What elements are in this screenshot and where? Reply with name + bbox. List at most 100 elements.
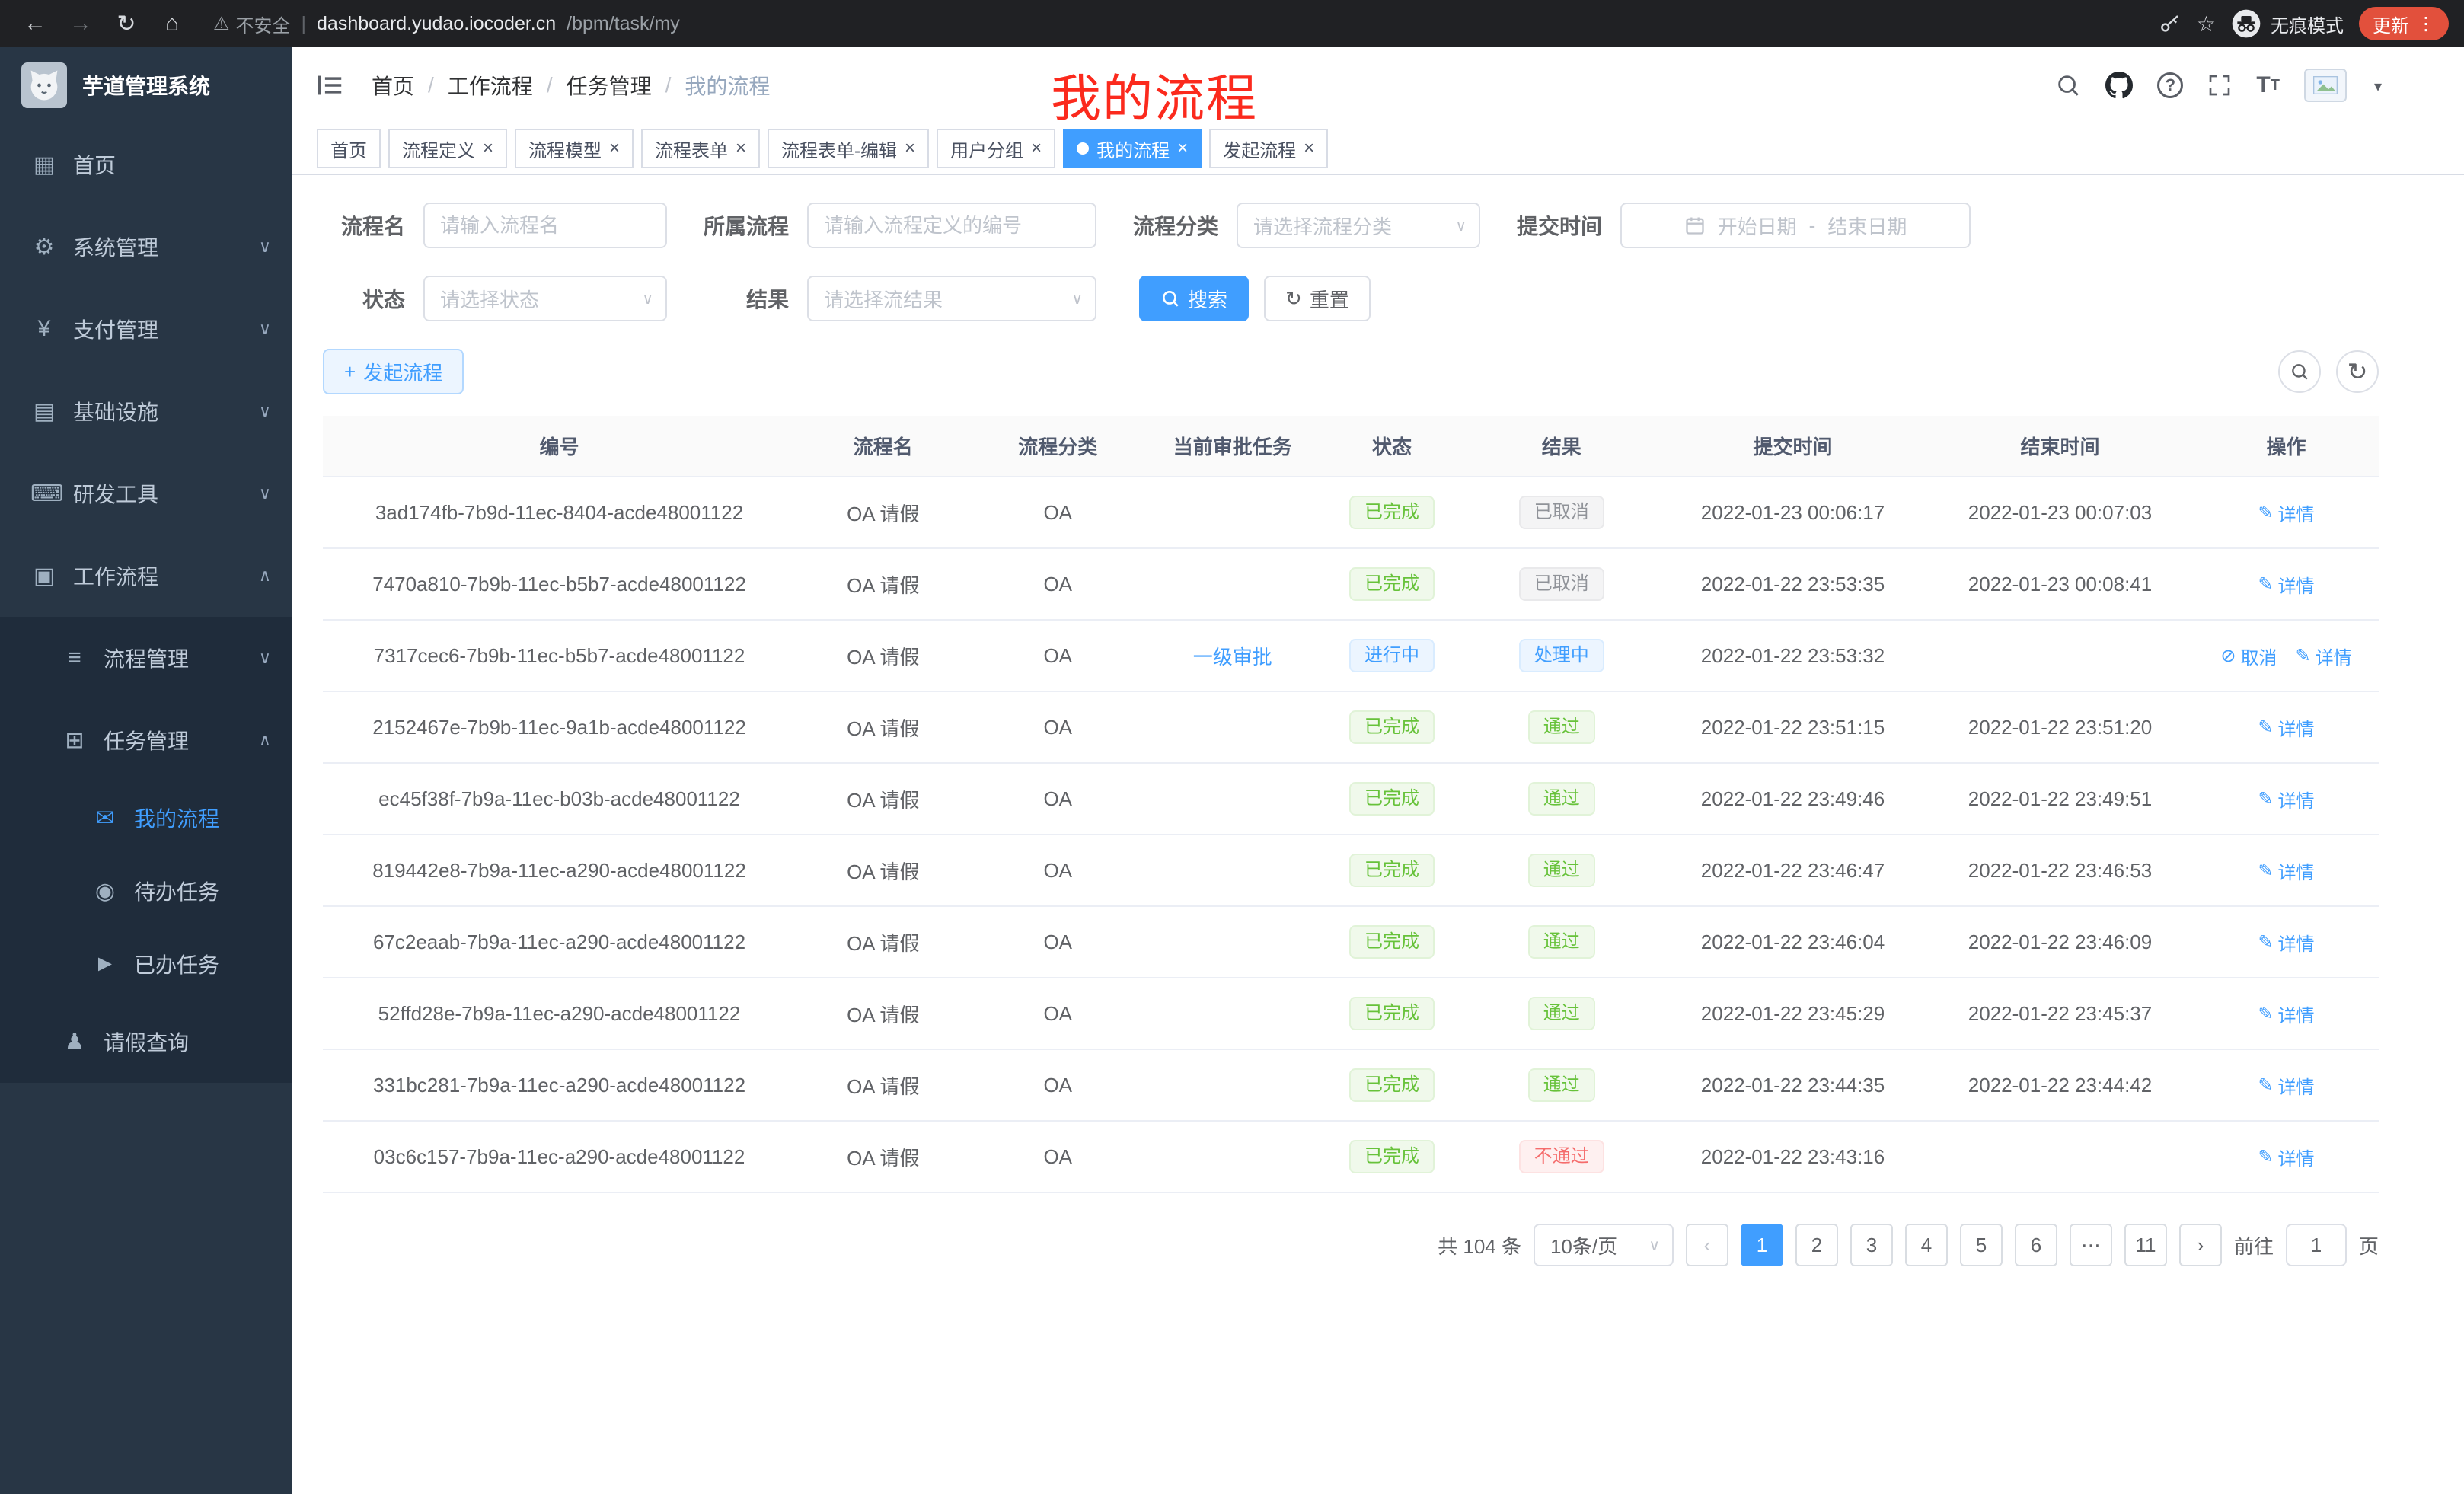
close-icon[interactable]: × (1031, 139, 1042, 158)
sidebar-item-process-mgmt[interactable]: ≡ 流程管理 ∨ (0, 617, 292, 699)
status-badge: 已完成 (1349, 997, 1435, 1030)
breadcrumb-task-mgmt[interactable]: 任务管理 (567, 70, 652, 101)
start-process-button[interactable]: + 发起流程 (323, 349, 464, 394)
prev-page-button[interactable]: ‹ (1686, 1224, 1728, 1266)
app-title: 芋道管理系统 (82, 70, 210, 101)
hamburger-icon[interactable] (317, 73, 344, 97)
page-size-select[interactable]: 10条/页 ∨ (1534, 1224, 1674, 1266)
result-badge: 已取消 (1519, 567, 1604, 601)
browser-chrome: ← → ↻ ⌂ ⚠ 不安全 | dashboard.yudao.iocoder.… (0, 0, 2464, 47)
browser-reload-icon[interactable]: ↻ (107, 5, 146, 42)
status-select[interactable]: 请选择状态 ∨ (423, 276, 667, 321)
chevron-down-icon: ∨ (259, 484, 271, 503)
refresh-table-button[interactable]: ↻ (2336, 350, 2379, 393)
sidebar-item-task-mgmt[interactable]: ⊞ 任务管理 ∧ (0, 699, 292, 781)
close-icon[interactable]: × (905, 139, 915, 158)
goto-page-input[interactable] (2286, 1224, 2347, 1266)
process-owner-input[interactable] (807, 203, 1096, 248)
sidebar-item-devtools[interactable]: ⌨ 研发工具 ∨ (0, 452, 292, 535)
page-button-5[interactable]: 5 (1960, 1224, 2003, 1266)
show-search-button[interactable] (2278, 350, 2321, 393)
breadcrumb-workflow[interactable]: 工作流程 (448, 70, 533, 101)
sidebar-item-workflow[interactable]: ▣ 工作流程 ∧ (0, 535, 292, 617)
category-select[interactable]: 请选择流程分类 ∨ (1237, 203, 1480, 248)
browser-forward-icon[interactable]: → (61, 5, 101, 42)
browser-update-button[interactable]: 更新 ⋮ (2359, 7, 2449, 40)
sidebar-item-todo-tasks[interactable]: ◉ 待办任务 (0, 854, 292, 927)
sidebar-item-home[interactable]: ▦ 首页 (0, 123, 292, 206)
search-button[interactable]: 搜索 (1139, 276, 1249, 321)
browser-home-icon[interactable]: ⌂ (152, 5, 192, 42)
detail-link[interactable]: ✎详情 (2258, 1072, 2314, 1099)
sidebar-item-system[interactable]: ⚙ 系统管理 ∨ (0, 206, 292, 288)
tab-process-definition[interactable]: 流程定义× (388, 129, 507, 168)
browser-back-icon[interactable]: ← (15, 5, 55, 42)
status-badge: 已完成 (1349, 925, 1435, 959)
breadcrumb-home[interactable]: 首页 (372, 70, 414, 101)
tab-process-form[interactable]: 流程表单× (641, 129, 760, 168)
avatar[interactable] (2304, 69, 2347, 102)
close-icon[interactable]: × (736, 139, 746, 158)
result-select[interactable]: 请选择流结果 ∨ (807, 276, 1096, 321)
tab-start-process[interactable]: 发起流程× (1209, 129, 1328, 168)
fullscreen-icon[interactable] (2207, 73, 2232, 97)
sidebar-item-leave-query[interactable]: ♟ 请假查询 (0, 1001, 292, 1083)
reset-button[interactable]: ↻ 重置 (1264, 276, 1371, 321)
submit-time-range-picker[interactable]: 开始日期 - 结束日期 (1620, 203, 1971, 248)
next-page-button[interactable]: › (2179, 1224, 2222, 1266)
page-button-4[interactable]: 4 (1905, 1224, 1948, 1266)
current-task-link[interactable]: 一级审批 (1193, 646, 1272, 669)
detail-link[interactable]: ✎详情 (2258, 1001, 2314, 1027)
detail-link[interactable]: ✎详情 (2258, 929, 2314, 956)
result-badge: 已取消 (1519, 496, 1604, 529)
sidebar-item-payment[interactable]: ¥ 支付管理 ∨ (0, 288, 292, 370)
page-button-6[interactable]: 6 (2015, 1224, 2057, 1266)
tab-home[interactable]: 首页 (317, 129, 381, 168)
status-badge: 已完成 (1349, 854, 1435, 887)
detail-link[interactable]: ✎详情 (2258, 500, 2314, 526)
close-icon[interactable]: × (1304, 139, 1314, 158)
tab-my-process[interactable]: 我的流程× (1063, 129, 1202, 168)
close-icon[interactable]: × (609, 139, 620, 158)
detail-link[interactable]: ✎详情 (2258, 786, 2314, 812)
edit-icon: ✎ (2258, 717, 2273, 739)
key-icon[interactable] (2159, 12, 2182, 35)
sidebar-item-my-process[interactable]: ✉ 我的流程 (0, 781, 292, 854)
github-icon[interactable] (2105, 72, 2133, 99)
detail-link[interactable]: ✎详情 (2258, 714, 2314, 741)
page-button-2[interactable]: 2 (1795, 1224, 1838, 1266)
close-icon[interactable]: × (483, 139, 493, 158)
bookmark-star-icon[interactable]: ☆ (2197, 11, 2216, 37)
chevron-down-icon: ∨ (259, 401, 271, 421)
address-bar[interactable]: ⚠ 不安全 | dashboard.yudao.iocoder.cn/bpm/t… (213, 11, 2153, 37)
edit-icon: ✎ (2258, 1146, 2273, 1168)
more-pages-button[interactable]: ⋯ (2070, 1224, 2112, 1266)
incognito-icon (2231, 8, 2261, 39)
tab-user-group[interactable]: 用户分组× (937, 129, 1055, 168)
result-badge: 处理中 (1519, 639, 1604, 672)
close-icon[interactable]: × (1177, 139, 1188, 158)
detail-link[interactable]: ✎详情 (2296, 643, 2352, 669)
font-size-icon[interactable]: TT (2256, 72, 2280, 98)
status-badge: 已完成 (1349, 1068, 1435, 1102)
detail-link[interactable]: ✎详情 (2258, 1144, 2314, 1170)
process-name-input[interactable] (423, 203, 667, 248)
page-button-11[interactable]: 11 (2124, 1224, 2167, 1266)
search-icon[interactable] (2055, 72, 2081, 98)
security-label: 不安全 (236, 11, 291, 37)
detail-link[interactable]: ✎详情 (2258, 571, 2314, 598)
tab-process-form-edit[interactable]: 流程表单-编辑× (768, 129, 929, 168)
page-button-1[interactable]: 1 (1741, 1224, 1783, 1266)
page-button-3[interactable]: 3 (1850, 1224, 1893, 1266)
sidebar-item-done-tasks[interactable]: ► 已办任务 (0, 927, 292, 1001)
incognito-badge: 无痕模式 (2231, 8, 2344, 39)
sidebar-item-infrastructure[interactable]: ▤ 基础设施 ∨ (0, 370, 292, 452)
cancel-link[interactable]: ⊘取消 (2220, 643, 2277, 669)
help-icon[interactable]: ? (2157, 72, 2183, 98)
caret-down-icon[interactable]: ▾ (2374, 77, 2382, 102)
tab-process-model[interactable]: 流程模型× (515, 129, 634, 168)
table-row: 03c6c157-7b9a-11ec-a290-acde48001122 OA … (323, 1121, 2379, 1192)
detail-link[interactable]: ✎详情 (2258, 857, 2314, 884)
tab-bar: 首页 流程定义× 流程模型× 流程表单× 流程表单-编辑× 用户分组× 我的流程… (292, 123, 2464, 175)
edit-icon: ✎ (2258, 573, 2273, 595)
